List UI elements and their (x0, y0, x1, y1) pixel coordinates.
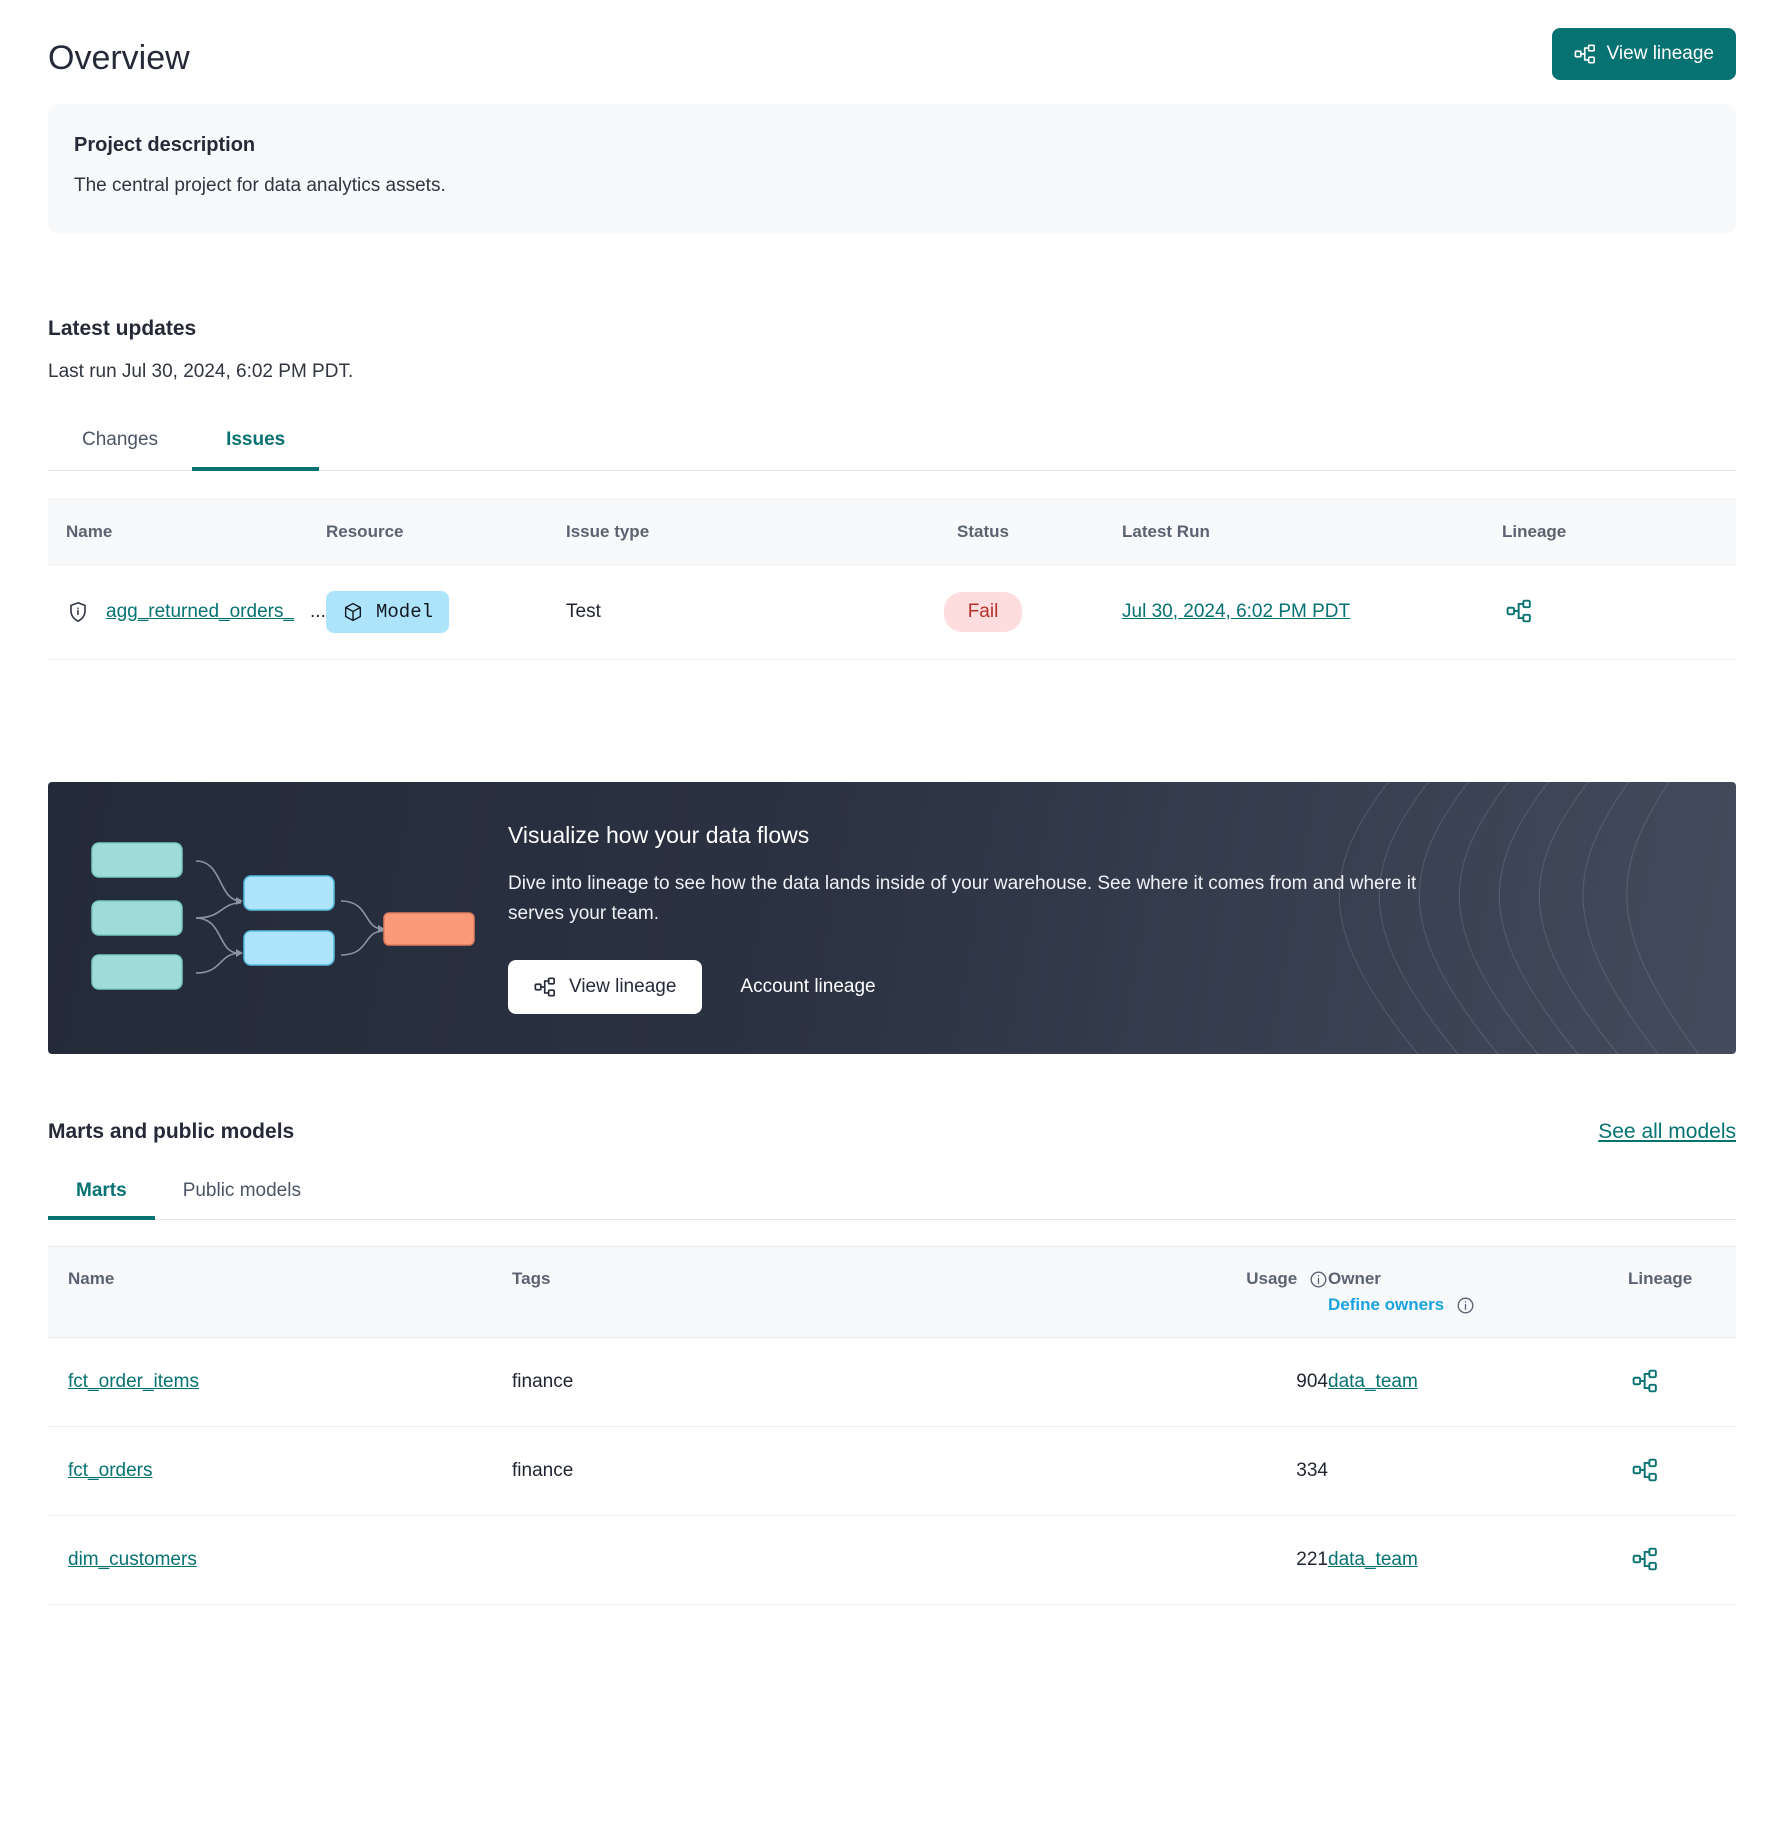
mart-lineage-cell (1628, 1426, 1736, 1516)
mart-tags-cell: finance (508, 1337, 1088, 1427)
lineage-icon (1574, 43, 1596, 65)
row-lineage-button[interactable] (1502, 594, 1536, 628)
issues-col-resource: Resource (326, 498, 566, 565)
issue-latest-run-cell: Jul 30, 2024, 6:02 PM PDT (1122, 564, 1502, 660)
row-lineage-button[interactable] (1628, 1542, 1662, 1576)
lineage-promo-banner: Visualize how your data flows Dive into … (48, 781, 1736, 1054)
mart-tags-cell: finance (508, 1426, 1088, 1516)
mart-name-cell: fct_orders (48, 1426, 508, 1516)
marts-col-tags: Tags (508, 1245, 1088, 1338)
marts-section: Marts and public models See all models M… (48, 1120, 1736, 1605)
project-description-card: Project description The central project … (48, 104, 1736, 233)
table-row: dim_customers 221 data_team (48, 1515, 1736, 1605)
issues-table: Name Resource Issue type Status Latest R… (48, 498, 1736, 660)
project-description-body: The central project for data analytics a… (74, 175, 446, 196)
issue-resource-cell: Model (326, 564, 566, 660)
issue-name-link[interactable]: agg_returned_orders_ (106, 601, 294, 623)
mart-owner-link[interactable]: data_team (1328, 1549, 1418, 1570)
issue-name-truncation: ... (310, 600, 326, 622)
tab-issues[interactable]: Issues (192, 415, 320, 471)
issues-col-issue-type: Issue type (566, 498, 844, 565)
banner-description: Dive into lineage to see how the data la… (508, 872, 1417, 925)
mart-owner-link[interactable]: data_team (1328, 1371, 1418, 1392)
shield-info-icon (66, 600, 90, 624)
banner-view-lineage-button[interactable]: View lineage (508, 959, 703, 1014)
marts-table: Name Tags Usage Owner Define owners Line… (48, 1245, 1736, 1605)
marts-col-usage: Usage (1088, 1245, 1328, 1338)
cube-icon (342, 601, 364, 623)
issues-col-name: Name (48, 498, 326, 565)
see-all-models-link[interactable]: See all models (1598, 1120, 1736, 1144)
banner-title: Visualize how your data flows (508, 821, 810, 848)
page-title: Overview (48, 39, 190, 77)
view-lineage-button[interactable]: View lineage (1551, 28, 1736, 80)
mart-name-link[interactable]: fct_orders (68, 1460, 152, 1481)
latest-run-link[interactable]: Jul 30, 2024, 6:02 PM PDT (1122, 601, 1350, 622)
issue-status-cell: Fail (844, 564, 1122, 660)
mart-usage-cell: 904 (1088, 1337, 1328, 1427)
overview-page: Overview View lineage Project descriptio… (0, 0, 1784, 1828)
mart-owner-cell: data_team (1328, 1337, 1628, 1427)
status-badge: Fail (943, 591, 1023, 632)
issue-name-cell: agg_returned_orders_... (48, 564, 326, 660)
tab-marts[interactable]: Marts (48, 1168, 155, 1220)
mart-owner-cell: data_team (1328, 1515, 1628, 1605)
marts-header: Marts and public models See all models (48, 1120, 1736, 1144)
tab-public-models[interactable]: Public models (155, 1168, 329, 1220)
latest-updates-section: Latest updates Last run Jul 30, 2024, 6:… (48, 317, 1736, 660)
marts-col-owner-label: Owner (1328, 1268, 1381, 1288)
define-owners-row: Define owners (1328, 1295, 1628, 1315)
banner-view-lineage-label: View lineage (569, 975, 677, 997)
marts-col-owner: Owner Define owners (1328, 1245, 1628, 1338)
marts-table-header-row: Name Tags Usage Owner Define owners Line… (48, 1245, 1736, 1338)
last-run-text: Last run Jul 30, 2024, 6:02 PM PDT. (48, 360, 354, 382)
banner-actions: View lineage Account lineage (508, 959, 1448, 1014)
latest-updates-tabs: Changes Issues (48, 415, 1736, 471)
info-icon[interactable] (1456, 1297, 1475, 1319)
lineage-illustration (48, 833, 508, 1003)
mart-name-link[interactable]: fct_order_items (68, 1371, 199, 1392)
resource-badge-model: Model (326, 590, 450, 633)
banner-content: Visualize how your data flows Dive into … (508, 822, 1508, 1014)
mart-lineage-cell (1628, 1337, 1736, 1427)
issue-type-cell: Test (566, 564, 844, 660)
tab-changes[interactable]: Changes (48, 415, 192, 471)
latest-updates-title: Latest updates (48, 316, 197, 340)
row-lineage-button[interactable] (1628, 1453, 1662, 1487)
lineage-icon (1632, 1458, 1657, 1481)
issues-col-status: Status (844, 498, 1122, 565)
mart-name-cell: fct_order_items (48, 1337, 508, 1427)
info-icon[interactable] (1309, 1271, 1328, 1293)
table-row: fct_orders finance 334 (48, 1426, 1736, 1516)
table-row: fct_order_items finance 904 data_team (48, 1337, 1736, 1427)
marts-title: Marts and public models (48, 1119, 295, 1143)
resource-badge-label: Model (376, 600, 434, 623)
marts-col-lineage: Lineage (1628, 1245, 1736, 1338)
page-header: Overview View lineage (48, 0, 1736, 80)
lineage-icon (1506, 599, 1531, 622)
mart-usage-cell: 334 (1088, 1426, 1328, 1516)
issues-col-latest-run: Latest Run (1122, 498, 1502, 565)
mart-name-link[interactable]: dim_customers (68, 1549, 197, 1570)
row-lineage-button[interactable] (1628, 1364, 1662, 1398)
mart-name-cell: dim_customers (48, 1515, 508, 1605)
mart-usage-cell: 221 (1088, 1515, 1328, 1605)
define-owners-link[interactable]: Define owners (1328, 1295, 1444, 1314)
mart-owner-cell (1328, 1426, 1628, 1516)
mart-lineage-cell (1628, 1515, 1736, 1605)
account-lineage-button[interactable]: Account lineage (720, 960, 895, 1014)
issue-lineage-cell (1502, 564, 1736, 660)
project-description-title: Project description (74, 134, 256, 156)
issues-table-header-row: Name Resource Issue type Status Latest R… (48, 498, 1736, 565)
marts-col-name: Name (48, 1245, 508, 1338)
table-row: agg_returned_orders_... Model Test Fail … (48, 564, 1736, 660)
view-lineage-button-label: View lineage (1606, 43, 1714, 64)
lineage-icon (1632, 1369, 1657, 1392)
marts-col-usage-label: Usage (1246, 1268, 1298, 1288)
marts-tabs: Marts Public models (48, 1168, 1736, 1220)
issues-col-lineage: Lineage (1502, 498, 1736, 565)
mart-tags-cell (508, 1515, 1088, 1605)
lineage-icon (1632, 1547, 1657, 1570)
lineage-icon (534, 976, 556, 998)
